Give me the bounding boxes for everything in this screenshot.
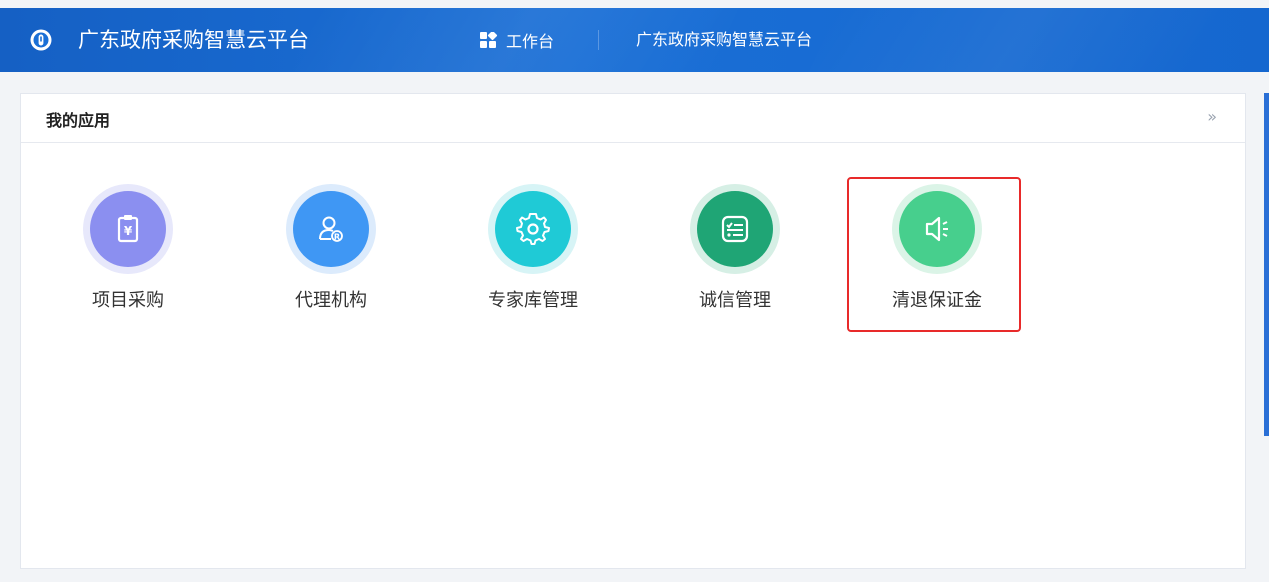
app-icon-ring: R [286,184,376,274]
nav-workbench[interactable]: 工作台 [480,28,554,52]
my-apps-panel: 我的应用 » ¥ 项目采购 R 代理机构 专家库管理 诚信管理 清退保证金 [20,93,1246,569]
svg-text:R: R [334,233,340,242]
app-expert-library[interactable]: 专家库管理 [458,184,608,312]
app-label: 项目采购 [92,290,164,311]
right-edge-strip [1264,93,1269,436]
svg-text:¥: ¥ [124,224,133,238]
grid-icon [480,32,498,48]
app-credit-management[interactable]: 诚信管理 [660,184,810,312]
logo-icon [30,29,52,51]
gear-icon [516,213,550,245]
nav-divider [598,30,599,50]
nav-platform-link[interactable]: 广东政府采购智慧云平台 [636,28,812,52]
app-project-procurement[interactable]: ¥ 项目采购 [53,184,203,312]
highlight-box [847,177,1021,332]
user-registered-icon: R [319,216,343,242]
app-agency[interactable]: R 代理机构 [256,184,406,312]
receipt-yen-icon: ¥ [117,215,139,243]
app-label: 专家库管理 [488,290,578,311]
app-icon-ring: ¥ [83,184,173,274]
nav-workbench-label: 工作台 [506,32,555,51]
panel-header: 我的应用 » [21,94,1245,143]
checklist-icon [721,215,749,243]
brand-title: 广东政府采购智慧云平台 [78,28,309,52]
app-icon-ring [690,184,780,274]
app-label: 代理机构 [295,290,367,311]
app-label: 诚信管理 [699,290,771,311]
top-navbar: 广东政府采购智慧云平台 工作台 广东政府采购智慧云平台 [0,8,1269,72]
panel-title: 我的应用 [46,111,111,130]
app-icon-ring [488,184,578,274]
expand-more-icon[interactable]: » [1207,107,1217,126]
